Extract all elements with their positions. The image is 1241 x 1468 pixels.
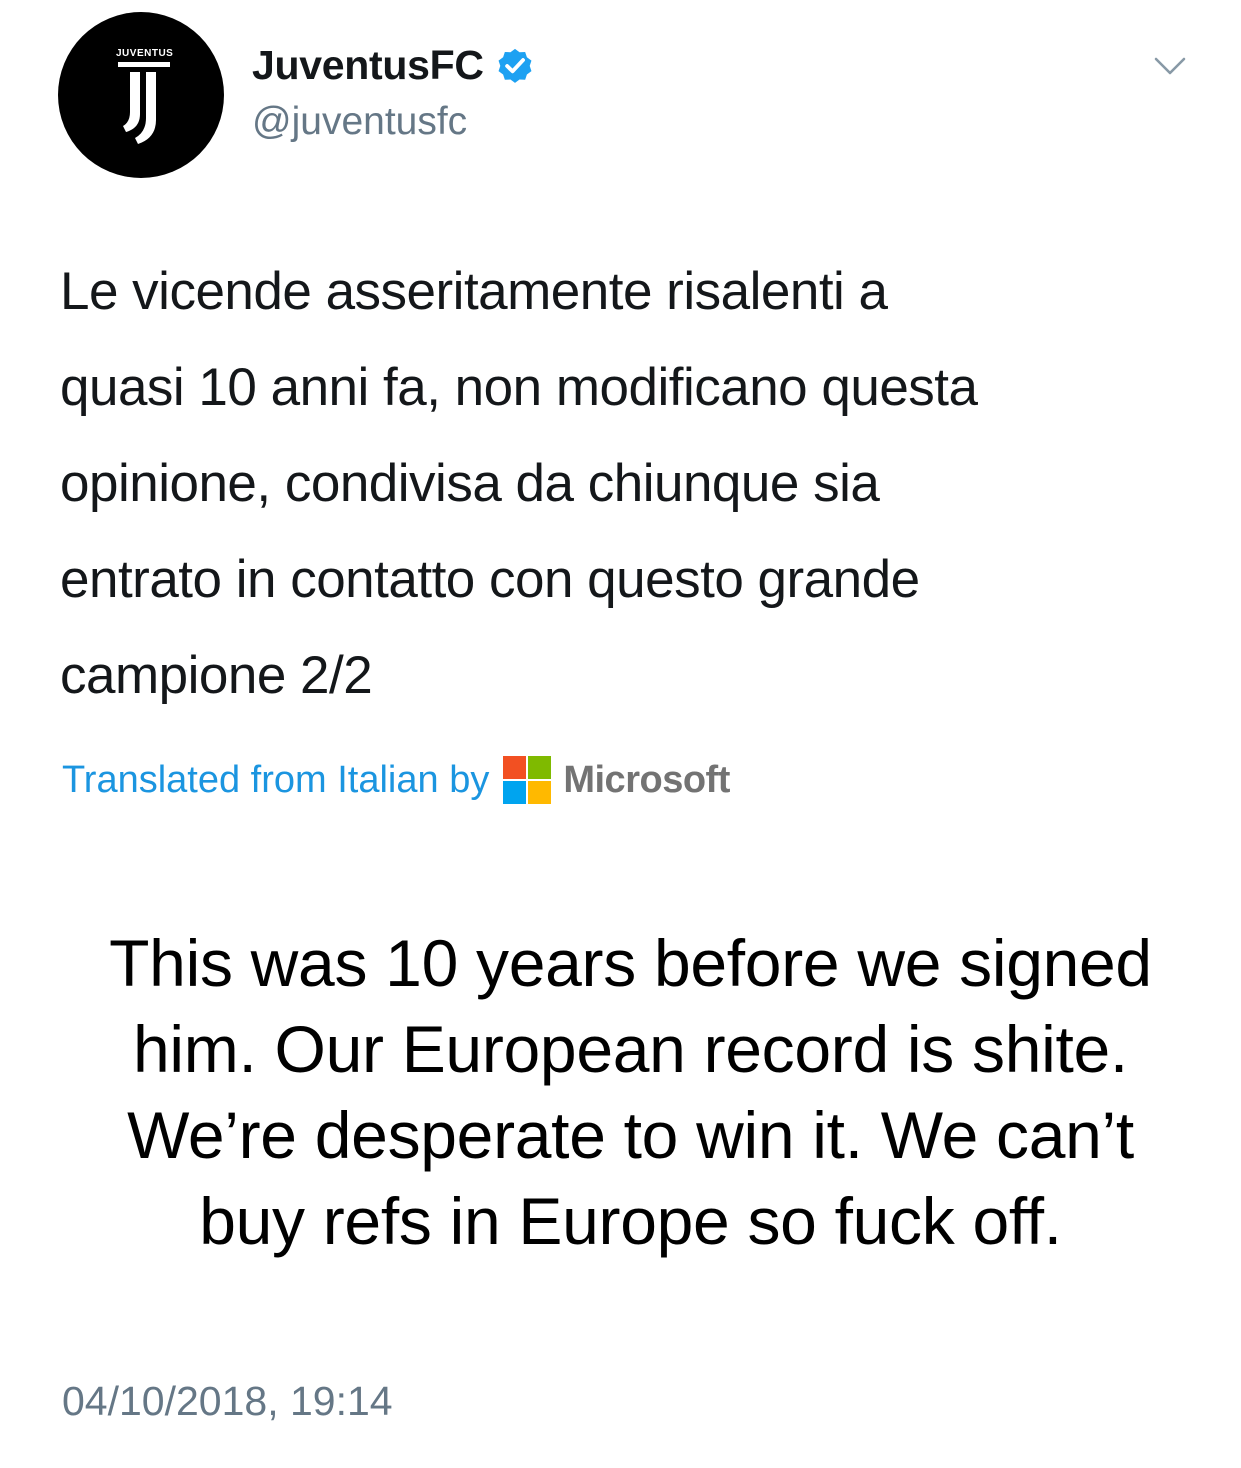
avatar[interactable]: JUVENTUS — [58, 12, 224, 178]
display-name[interactable]: JuventusFC — [252, 42, 484, 89]
verified-badge-icon — [498, 48, 532, 83]
meme-caption: This was 10 years before we signed him. … — [109, 926, 1152, 1258]
chevron-down-icon[interactable] — [1153, 54, 1187, 78]
translated-from-link[interactable]: Translated from Italian by — [62, 759, 489, 802]
translation-attribution: Translated from Italian by Microsoft — [62, 752, 730, 808]
avatar-wordmark: JUVENTUS — [116, 48, 174, 59]
tweet-timestamp[interactable]: 04/10/2018, 19:14 — [62, 1378, 393, 1425]
tweet-header: JUVENTUS JuventusFC @juventusfc — [58, 12, 1198, 178]
juventus-logo-icon — [118, 62, 170, 144]
name-row: JuventusFC — [252, 40, 536, 90]
microsoft-logo-icon — [503, 756, 552, 804]
user-handle[interactable]: @juventusfc — [252, 100, 467, 144]
translation-provider: Microsoft — [563, 758, 730, 801]
tweet-text: Le vicende asseritamente risalenti a qua… — [60, 262, 978, 705]
